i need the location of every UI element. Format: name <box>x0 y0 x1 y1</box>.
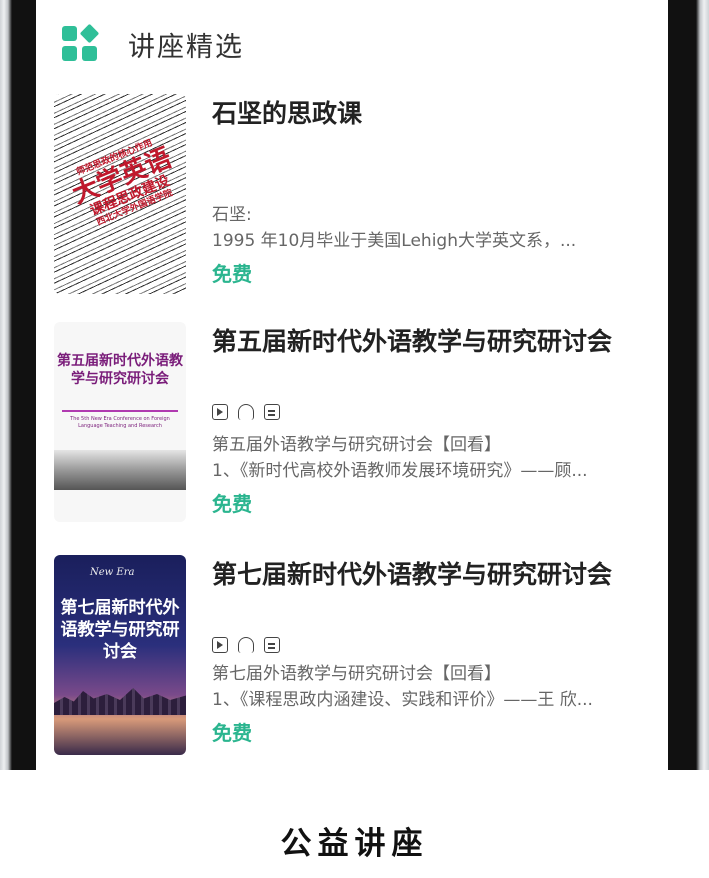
lecture-subtitle: 第五届外语教学与研究研讨会【回看】 <box>212 435 501 455</box>
audio-icon <box>238 637 254 653</box>
price-label: 免费 <box>212 262 252 286</box>
lecture-description: 1、《课程思政内涵建设、实践和评价》——王 欣... <box>212 690 593 710</box>
lecture-card-shijian[interactable]: 师范思政的核心作用 大学英语 课程思政建设 西北大学外国语学院 石坚的思政课 石… <box>54 94 654 304</box>
app-screen: 讲座精选 师范思政的核心作用 大学英语 课程思政建设 西北大学外国语学院 石坚的… <box>36 0 668 770</box>
lecture-subtitle: 第七届外语教学与研究研讨会【回看】 <box>212 664 501 684</box>
lecture-title[interactable]: 第五届新时代外语教学与研究研讨会 <box>212 322 612 358</box>
media-type-icons <box>212 637 290 653</box>
lecture-subtitle: 石坚: <box>212 205 252 225</box>
lecture-cover-image[interactable]: 第五届新时代外语教学与研究研讨会 The 5th New Era Confere… <box>54 322 186 522</box>
section-title: 讲座精选 <box>128 31 244 63</box>
lecture-cover-image[interactable]: New Era 第七届新时代外语教学与研究研讨会 <box>54 555 186 755</box>
audio-icon <box>238 404 254 420</box>
price-label: 免费 <box>212 492 252 516</box>
lecture-title[interactable]: 第七届新时代外语教学与研究研讨会 <box>212 555 612 591</box>
lecture-description: 1995 年10月毕业于美国Lehigh大学英文系，... <box>212 231 577 251</box>
price-label: 免费 <box>212 721 252 745</box>
text-icon <box>264 404 280 420</box>
phone-bezel-right <box>668 0 709 770</box>
grid-apps-icon <box>62 23 100 62</box>
text-icon <box>264 637 280 653</box>
lecture-cover-image[interactable]: 师范思政的核心作用 大学英语 课程思政建设 西北大学外国语学院 <box>54 94 186 294</box>
lecture-card-5th-conference[interactable]: 第五届新时代外语教学与研究研讨会 The 5th New Era Confere… <box>54 322 654 532</box>
phone-frame: 讲座精选 师范思政的核心作用 大学英语 课程思政建设 西北大学外国语学院 石坚的… <box>0 0 709 770</box>
lecture-card-7th-conference[interactable]: New Era 第七届新时代外语教学与研究研讨会 第七届新时代外语教学与研究研讨… <box>54 555 654 765</box>
section-header: 讲座精选 <box>62 22 244 66</box>
media-type-icons <box>212 404 290 420</box>
phone-bezel-left <box>0 0 36 770</box>
page-caption: 公益讲座 <box>280 826 429 862</box>
video-icon <box>212 637 228 653</box>
video-icon <box>212 404 228 420</box>
lecture-title[interactable]: 石坚的思政课 <box>212 94 362 130</box>
lecture-description: 1、《新时代高校外语教师发展环境研究》——顾... <box>212 461 588 481</box>
